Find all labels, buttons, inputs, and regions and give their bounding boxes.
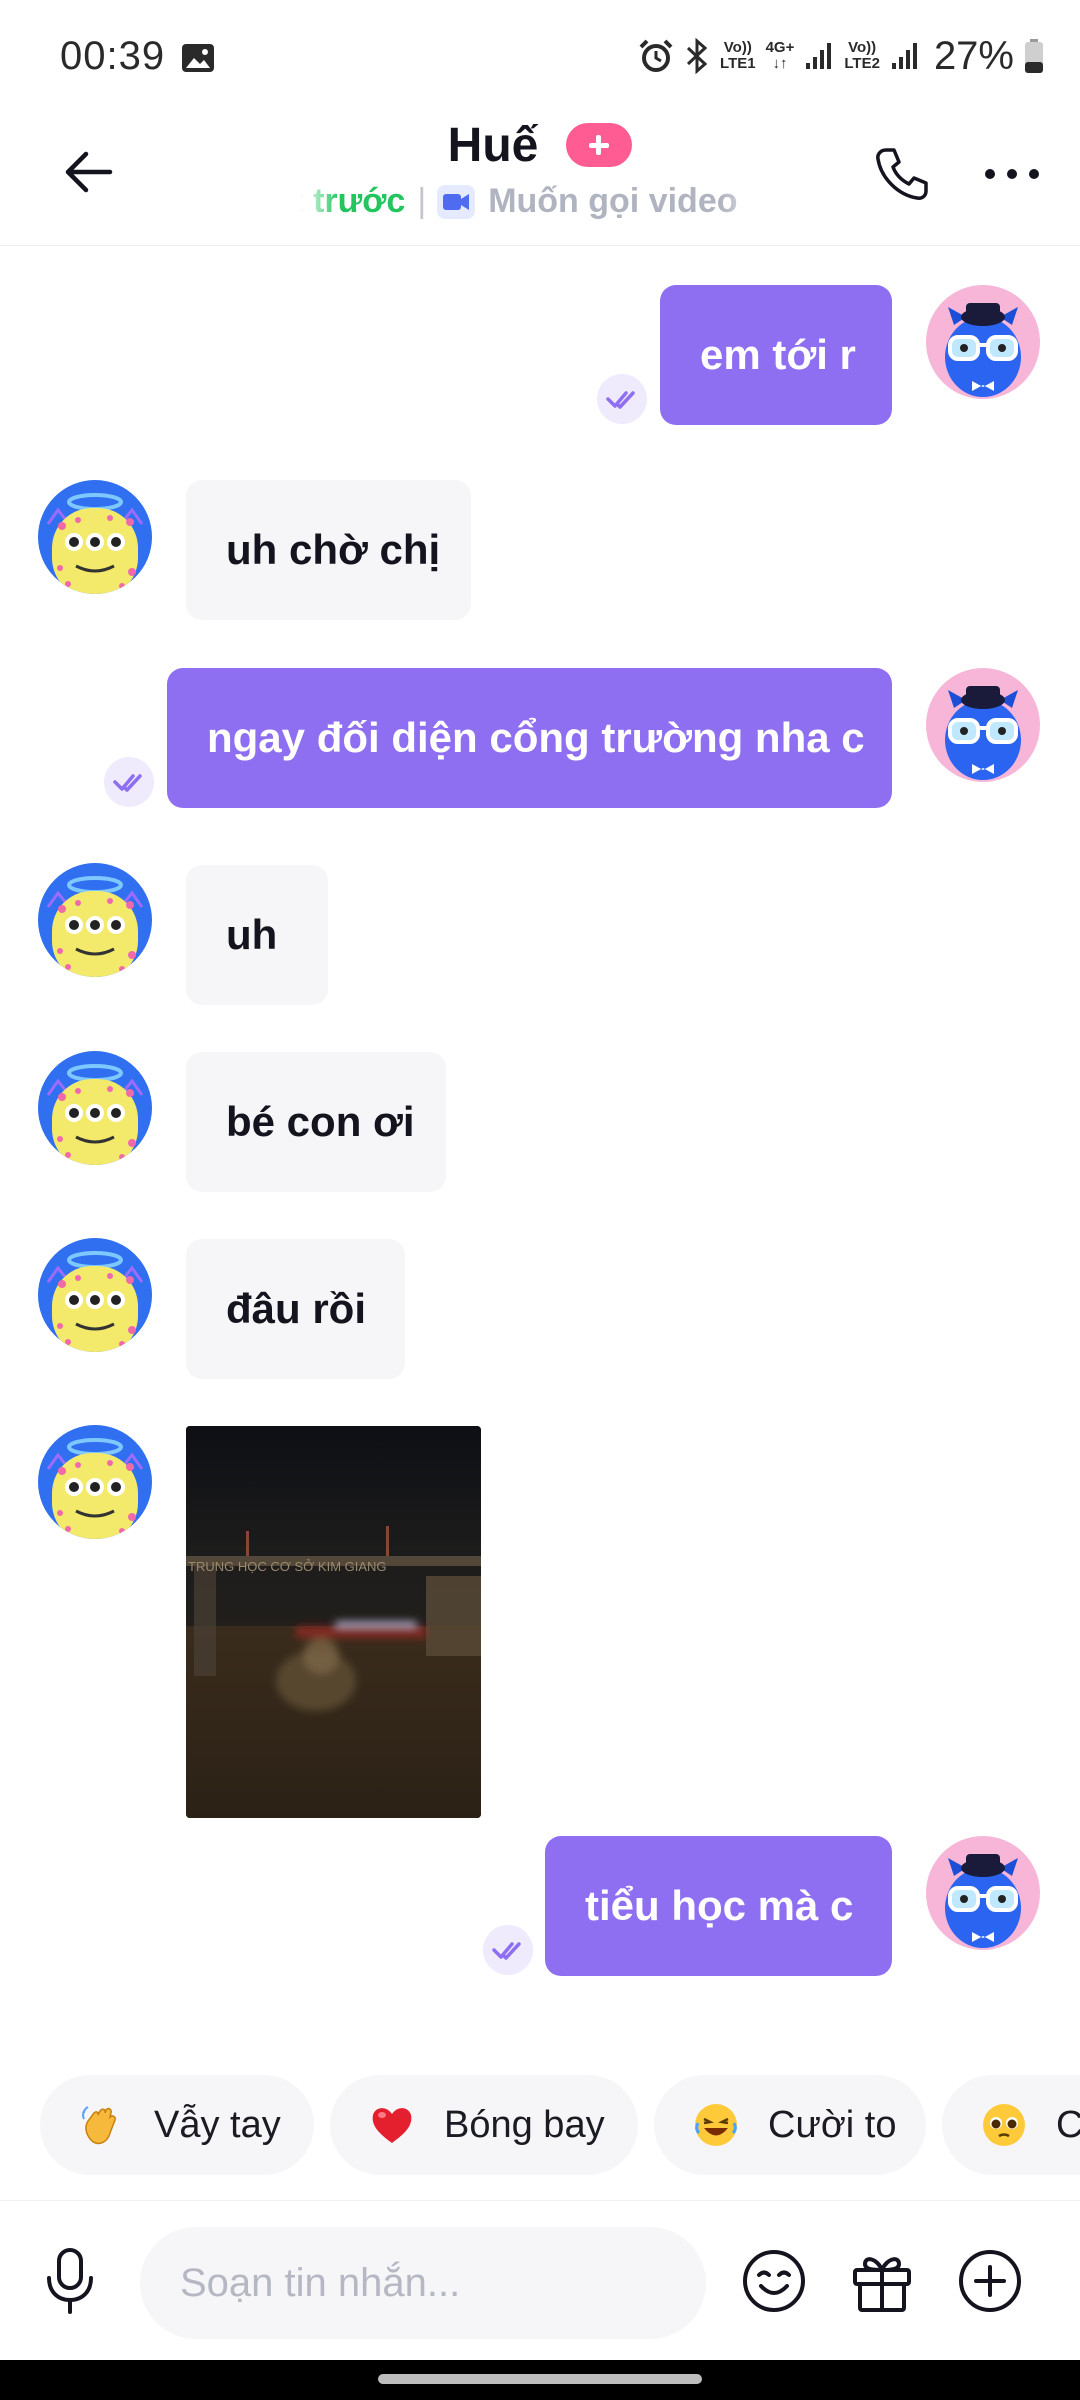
add-friend-icon[interactable] <box>566 123 633 168</box>
message-composer <box>0 2200 1080 2361</box>
bluetooth-icon <box>687 38 708 74</box>
double-check-icon <box>597 374 647 424</box>
contact-name: Huế <box>447 118 539 172</box>
my-avatar <box>926 1836 1040 1950</box>
voice-message-button[interactable] <box>30 2241 110 2321</box>
status-icons: Vo)) LTE1 4G+ ↓↑ Vo)) LTE2 27% <box>638 34 1044 78</box>
more-options-button[interactable] <box>972 134 1052 214</box>
emoji-button[interactable] <box>734 2241 814 2321</box>
reaction-label: Vẫy tay <box>154 2103 281 2146</box>
quick-reactions-bar: Vẫy tay Bóng bay Cười to C <box>0 2075 1080 2175</box>
photo-sign-text: TRUNG HỌC CƠ SỞ KIM GIANG <box>188 1559 387 1574</box>
night-school-gate-photo: TRUNG HỌC CƠ SỞ KIM GIANG <box>186 1426 481 1818</box>
battery-percent: 27% <box>933 33 1014 78</box>
chat-header: Huế phút trước | Muốn gọi video <box>0 110 1080 246</box>
signal-icon <box>806 43 832 69</box>
double-check-icon <box>483 1925 533 1975</box>
contact-avatar[interactable] <box>38 480 152 594</box>
my-avatar <box>926 285 1040 399</box>
video-camera-icon <box>437 184 476 219</box>
sim1-indicator: Vo)) LTE1 <box>720 39 756 72</box>
message-input[interactable] <box>140 2227 706 2339</box>
contact-avatar[interactable] <box>38 1425 152 1539</box>
waving-hand-icon <box>82 2106 116 2145</box>
message-bubble-outgoing[interactable]: tiểu học mà c <box>545 1836 892 1976</box>
contact-avatar[interactable] <box>38 1238 152 1352</box>
call-button[interactable] <box>862 134 942 214</box>
last-active-text: phút trước <box>300 182 406 220</box>
reaction-label: Bóng bay <box>444 2103 605 2146</box>
red-heart-icon <box>372 2108 412 2143</box>
message-bubble-incoming[interactable]: bé con ơi <box>186 1052 446 1192</box>
seen-indicator <box>483 1925 533 1975</box>
reaction-chip-laugh[interactable]: Cười to <box>654 2075 926 2175</box>
gift-icon <box>853 2257 911 2312</box>
message-bubble-outgoing[interactable]: ngay đối diện cổng trường nha c <box>167 668 892 808</box>
double-check-icon <box>104 757 154 807</box>
contact-avatar[interactable] <box>38 1051 152 1165</box>
laughing-face-icon <box>695 2104 737 2146</box>
microphone-icon <box>47 2248 93 2314</box>
more-dots-icon <box>985 169 1039 179</box>
photo-message[interactable]: TRUNG HỌC CƠ SỞ KIM GIANG <box>186 1426 481 1818</box>
video-call-hint: Muốn gọi video <box>488 182 738 220</box>
reaction-label: C <box>1056 2103 1080 2146</box>
contact-status: phút trước | Muốn gọi video <box>300 178 780 224</box>
message-bubble-incoming[interactable]: uh <box>186 865 328 1005</box>
back-button[interactable] <box>52 136 124 208</box>
pleading-face-icon <box>983 2104 1025 2146</box>
reaction-chip-heart[interactable]: Bóng bay <box>330 2075 638 2175</box>
status-bar: 00:39 Vo)) LTE1 4G+ ↓↑ Vo)) LTE2 27% <box>0 0 1080 110</box>
reaction-label: Cười to <box>768 2103 897 2146</box>
status-time: 00:39 <box>60 34 166 78</box>
contact-avatar[interactable] <box>38 863 152 977</box>
emoji-icon <box>743 2250 805 2312</box>
my-avatar <box>926 668 1040 782</box>
sim2-indicator: Vo)) LTE2 <box>844 39 880 72</box>
message-bubble-incoming[interactable]: đâu rồi <box>186 1239 405 1379</box>
plus-circle-icon <box>959 2250 1021 2312</box>
more-attachments-button[interactable] <box>950 2241 1030 2321</box>
message-bubble-incoming[interactable]: uh chờ chị <box>186 480 471 620</box>
contact-info[interactable]: Huế phút trước | Muốn gọi video <box>300 110 780 245</box>
reaction-chip-wave[interactable]: Vẫy tay <box>40 2075 314 2175</box>
reaction-chip-pleading[interactable]: C <box>942 2075 1080 2175</box>
battery-icon <box>1025 39 1043 73</box>
back-arrow-icon <box>65 151 113 193</box>
seen-indicator <box>104 757 154 807</box>
home-indicator[interactable] <box>378 2374 702 2384</box>
phone-icon <box>876 148 928 200</box>
gift-button[interactable] <box>842 2241 922 2321</box>
system-nav-bar <box>0 2360 1080 2400</box>
gallery-icon <box>182 44 214 72</box>
alarm-icon <box>639 39 673 72</box>
seen-indicator <box>597 374 647 424</box>
page-title: Huế <box>300 115 780 173</box>
status-separator: | <box>417 182 427 220</box>
signal-icon <box>891 43 917 69</box>
network-type-indicator: 4G+ ↓↑ <box>765 39 795 72</box>
message-bubble-outgoing[interactable]: em tới r <box>660 285 892 425</box>
